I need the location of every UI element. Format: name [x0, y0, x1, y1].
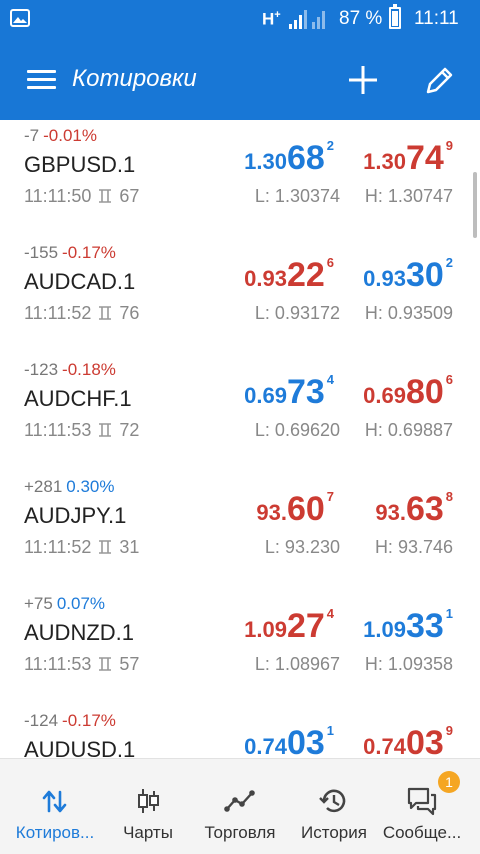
- daily-low: L: 93.230: [264, 537, 340, 557]
- tab-label: Сообще...: [382, 823, 462, 842]
- app-toolbar: Котировки: [0, 38, 480, 120]
- quote-row-audchf[interactable]: -123 -0.18% AUDCHF.1 11:11:53 72 0.6973 4 0…: [0, 354, 480, 471]
- tab-label: Котиров...: [15, 823, 95, 842]
- battery-percent: 87 %: [339, 8, 383, 29]
- symbol-name: AUDCHF.1: [24, 386, 132, 411]
- tab-label: Торговля: [204, 823, 276, 842]
- quote-meta: 11:11:53 72: [24, 420, 140, 440]
- quote-row-audusd[interactable]: -124 -0.17% AUDUSD.1 0.7403 1 0.7403 9: [0, 705, 480, 758]
- daily-high: H: 1.09358: [364, 654, 453, 674]
- ask-price[interactable]: 1.0933 1: [363, 606, 453, 646]
- history-clock-icon: [319, 789, 346, 813]
- daily-high: H: 0.69887: [364, 420, 453, 440]
- tab-trade[interactable]: Торговля: [186, 759, 294, 854]
- bid-price[interactable]: 0.7403 1: [244, 723, 334, 758]
- tab-charts[interactable]: Чарты: [110, 759, 186, 854]
- quotes-list[interactable]: -7 -0.01% GBPUSD.1 11:11:50 67 1.3068 2 1.3…: [0, 120, 480, 758]
- quote-row-audcad[interactable]: -155 -0.17% AUDCAD.1 11:11:52 76 0.9322 6 0…: [0, 237, 480, 354]
- messages-icon: [407, 787, 437, 816]
- daily-change: -155 -0.17%: [24, 243, 116, 262]
- ask-price[interactable]: 93.63 8: [375, 489, 453, 529]
- network-type: H+: [262, 9, 281, 29]
- daily-change: +281 0.30%: [24, 477, 115, 496]
- bid-price[interactable]: 0.9322 6: [244, 255, 334, 295]
- image-notification-icon: [10, 9, 30, 27]
- tab-label: Чарты: [123, 823, 173, 842]
- tab-label: История: [301, 823, 367, 842]
- daily-low: L: 1.08967: [254, 654, 340, 674]
- symbol-name: AUDCAD.1: [24, 269, 136, 294]
- trade-line-icon: [224, 790, 255, 812]
- spread-icon: [99, 189, 112, 203]
- quote-meta: 11:11:50 67: [24, 186, 140, 206]
- daily-high: H: 0.93509: [364, 303, 453, 323]
- daily-change: -123 -0.18%: [24, 360, 116, 379]
- pencil-icon[interactable]: [424, 64, 456, 96]
- symbol-name: AUDJPY.1: [24, 503, 127, 528]
- spread-icon: [99, 657, 112, 671]
- quote-meta: 11:11:52 76: [24, 303, 140, 323]
- daily-high: H: 93.746: [374, 537, 453, 557]
- page-title: Котировки: [72, 65, 197, 92]
- daily-low: L: 0.69620: [254, 420, 340, 440]
- quote-row-audjpy[interactable]: +281 0.30% AUDJPY.1 11:11:52 31 93.60 7 93.…: [0, 471, 480, 588]
- quote-row-gbpusd[interactable]: -7 -0.01% GBPUSD.1 11:11:50 67 1.3068 2 1.3…: [0, 120, 480, 237]
- notification-badge: 1: [438, 771, 460, 793]
- bottom-navigation: Котиров... Чарты Торговля История 1 Сооб…: [0, 758, 480, 854]
- signal-icon: [289, 10, 307, 29]
- quote-row-audnzd[interactable]: +75 0.07% AUDNZD.1 11:11:53 57 1.0927 4 1.0…: [0, 588, 480, 705]
- daily-low: L: 1.30374: [254, 186, 340, 206]
- bid-price[interactable]: 93.60 7: [256, 489, 334, 529]
- daily-change: -7 -0.01%: [24, 126, 97, 145]
- candlestick-icon: [138, 789, 159, 813]
- daily-high: H: 1.30747: [364, 186, 453, 206]
- daily-change: -124 -0.17%: [24, 711, 116, 730]
- ask-price[interactable]: 1.3074 9: [363, 138, 453, 178]
- plus-icon[interactable]: [347, 64, 379, 96]
- quote-meta: 11:11:53 57: [24, 654, 140, 674]
- bid-price[interactable]: 1.0927 4: [244, 606, 334, 646]
- status-bar: H+ 87 % 11:11: [0, 0, 480, 38]
- daily-low: L: 0.93172: [254, 303, 340, 323]
- spread-icon: [99, 423, 112, 437]
- tab-history[interactable]: История: [294, 759, 374, 854]
- bid-price[interactable]: 1.3068 2: [244, 138, 334, 178]
- battery-icon: [389, 4, 401, 29]
- clock: 11:11: [414, 8, 459, 29]
- daily-change: +75 0.07%: [24, 594, 106, 613]
- ask-price[interactable]: 0.9330 2: [363, 255, 453, 295]
- bid-price[interactable]: 0.6973 4: [244, 372, 334, 412]
- symbol-name: AUDNZD.1: [24, 620, 135, 645]
- tab-quotes[interactable]: Котиров...: [0, 759, 110, 854]
- symbol-name: GBPUSD.1: [24, 152, 136, 177]
- ask-price[interactable]: 0.7403 9: [363, 723, 453, 758]
- quotes-arrows-icon: [42, 790, 67, 813]
- menu-icon[interactable]: [27, 70, 56, 89]
- quote-meta: 11:11:52 31: [24, 537, 140, 557]
- spread-icon: [99, 540, 112, 554]
- tab-messages[interactable]: 1 Сообще...: [374, 759, 470, 854]
- symbol-name: AUDUSD.1: [24, 737, 136, 758]
- signal-secondary-icon: [312, 11, 325, 29]
- ask-price[interactable]: 0.6980 6: [363, 372, 453, 412]
- spread-icon: [99, 306, 112, 320]
